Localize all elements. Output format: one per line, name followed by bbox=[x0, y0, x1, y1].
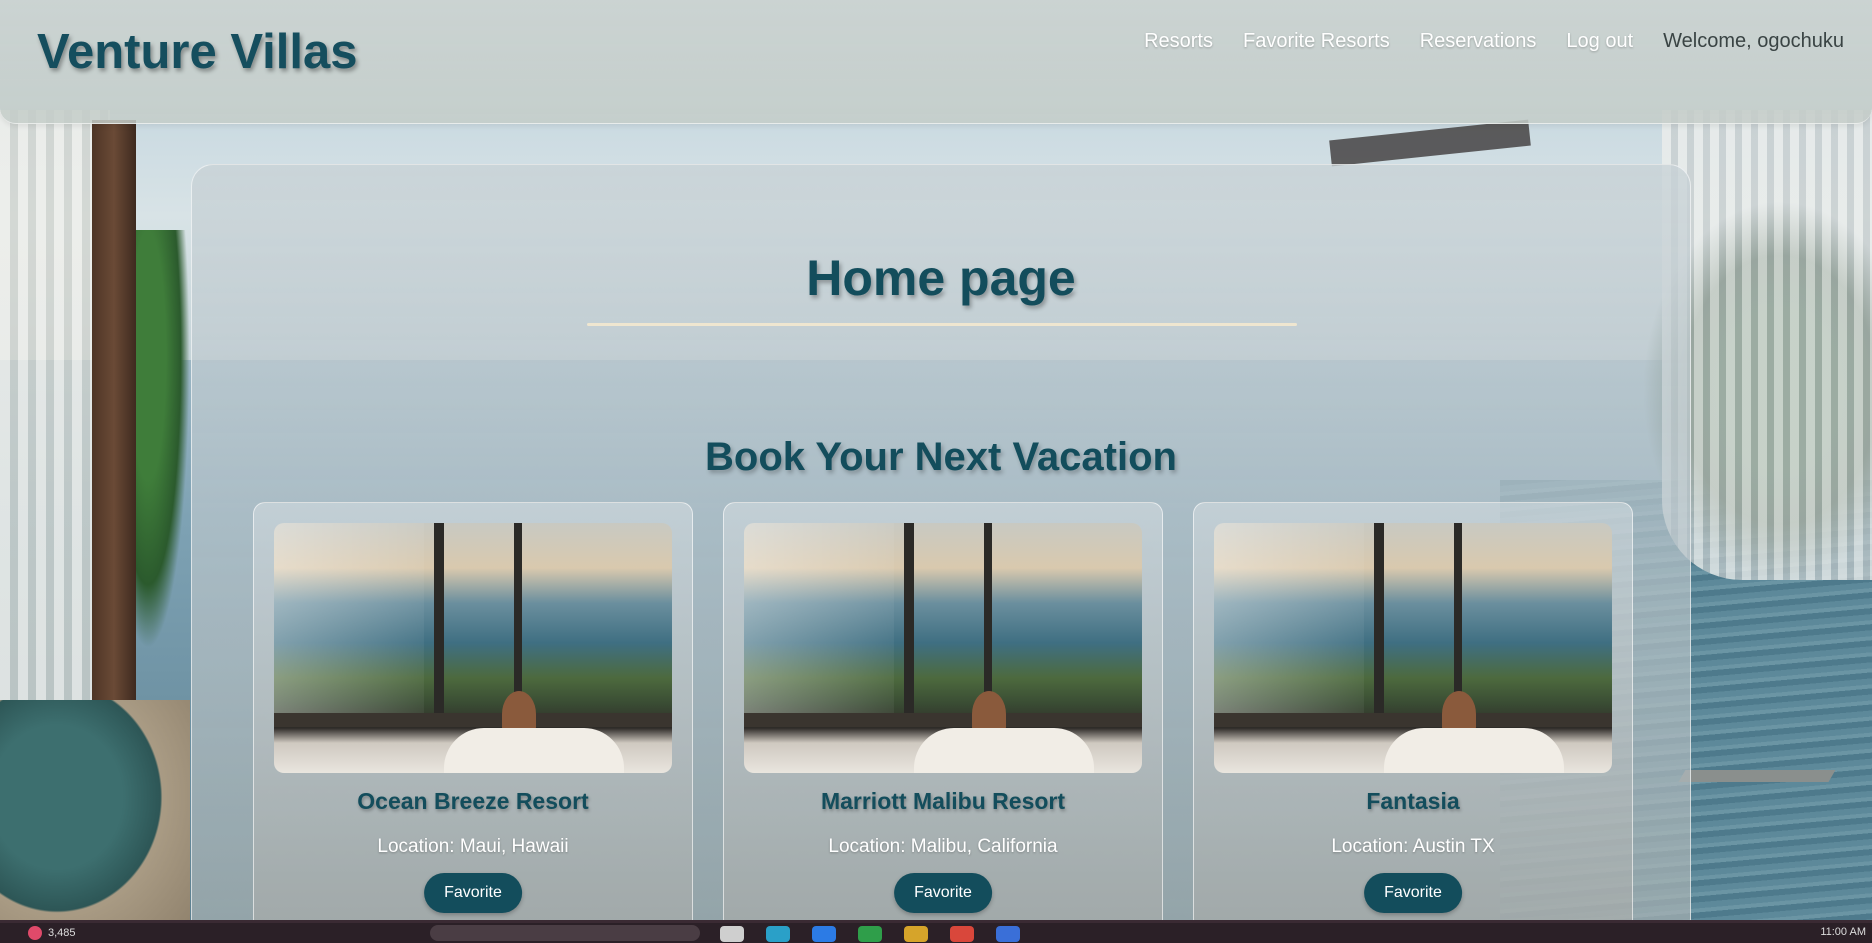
photo-window-frame bbox=[904, 523, 914, 713]
taskbar-search[interactable] bbox=[430, 925, 700, 941]
resort-card: Ocean Breeze Resort Location: Maui, Hawa… bbox=[253, 502, 693, 943]
photo-window-frame bbox=[1454, 523, 1462, 713]
nav-favorite-resorts[interactable]: Favorite Resorts bbox=[1243, 30, 1390, 53]
resort-location: Location: Malibu, California bbox=[828, 836, 1058, 857]
photo-bed bbox=[1384, 728, 1564, 773]
app-icon[interactable] bbox=[996, 926, 1020, 942]
resort-location: Location: Maui, Hawaii bbox=[377, 836, 569, 857]
taskbar-weather[interactable]: 3,485 bbox=[28, 926, 76, 940]
favorite-button[interactable]: Favorite bbox=[424, 873, 522, 913]
photo-window-sill bbox=[744, 713, 1142, 727]
welcome-message: Welcome, ogochuku bbox=[1663, 30, 1844, 52]
taskbar-apps bbox=[720, 926, 1020, 942]
section-title: Book Your Next Vacation bbox=[705, 435, 1177, 479]
site-header: Venture Villas Resorts Favorite Resorts … bbox=[0, 0, 1872, 124]
photo-curtain bbox=[1214, 523, 1364, 713]
store-icon[interactable] bbox=[812, 926, 836, 942]
photo-window-sill bbox=[274, 713, 672, 727]
photo-bed bbox=[914, 728, 1094, 773]
nav-reservations[interactable]: Reservations bbox=[1420, 30, 1537, 53]
main-nav: Resorts Favorite Resorts Reservations Lo… bbox=[1144, 30, 1844, 53]
resort-location: Location: Austin TX bbox=[1331, 836, 1495, 857]
photo-curtain bbox=[744, 523, 894, 713]
background-post-left bbox=[92, 120, 136, 710]
background-dock bbox=[1678, 770, 1836, 782]
title-divider bbox=[587, 323, 1297, 326]
photo-window-sill bbox=[1214, 713, 1612, 727]
spreadsheet-icon[interactable] bbox=[858, 926, 882, 942]
resort-card-list: Ocean Breeze Resort Location: Maui, Hawa… bbox=[253, 502, 1633, 943]
nav-log-out[interactable]: Log out bbox=[1566, 30, 1633, 53]
photo-curtain bbox=[274, 523, 424, 713]
resort-name: Marriott Malibu Resort bbox=[820, 788, 1066, 814]
photo-window-frame bbox=[984, 523, 992, 713]
edge-browser-icon[interactable] bbox=[766, 926, 790, 942]
background-curtain-right bbox=[1662, 110, 1872, 580]
photo-window-frame bbox=[434, 523, 444, 713]
photo-window-frame bbox=[1374, 523, 1384, 713]
file-explorer-icon[interactable] bbox=[720, 926, 744, 942]
background-pillow bbox=[0, 700, 190, 943]
page-title: Home page bbox=[806, 250, 1076, 306]
resort-card: Marriott Malibu Resort Location: Malibu,… bbox=[723, 502, 1163, 943]
main-panel: Home page Book Your Next Vacation Ocean … bbox=[191, 164, 1691, 943]
weather-value: 3,485 bbox=[48, 927, 76, 939]
brand-logo[interactable]: Venture Villas bbox=[37, 24, 358, 80]
resort-photo bbox=[744, 523, 1142, 773]
taskbar-clock[interactable]: 11:00 AM bbox=[1820, 926, 1866, 938]
chrome-browser-icon[interactable] bbox=[950, 926, 974, 942]
folder-icon[interactable] bbox=[904, 926, 928, 942]
resort-card: Fantasia Location: Austin TX Favorite bbox=[1193, 502, 1633, 943]
resort-photo bbox=[1214, 523, 1612, 773]
favorite-button[interactable]: Favorite bbox=[1364, 873, 1462, 913]
resort-name: Ocean Breeze Resort bbox=[357, 788, 589, 814]
favorite-button[interactable]: Favorite bbox=[894, 873, 992, 913]
resort-photo bbox=[274, 523, 672, 773]
nav-resorts[interactable]: Resorts bbox=[1144, 30, 1213, 53]
os-taskbar: 3,485 11:00 AM bbox=[0, 920, 1872, 943]
photo-window-frame bbox=[514, 523, 522, 713]
photo-bed bbox=[444, 728, 624, 773]
resort-name: Fantasia bbox=[1366, 788, 1460, 814]
weather-icon bbox=[28, 926, 42, 940]
